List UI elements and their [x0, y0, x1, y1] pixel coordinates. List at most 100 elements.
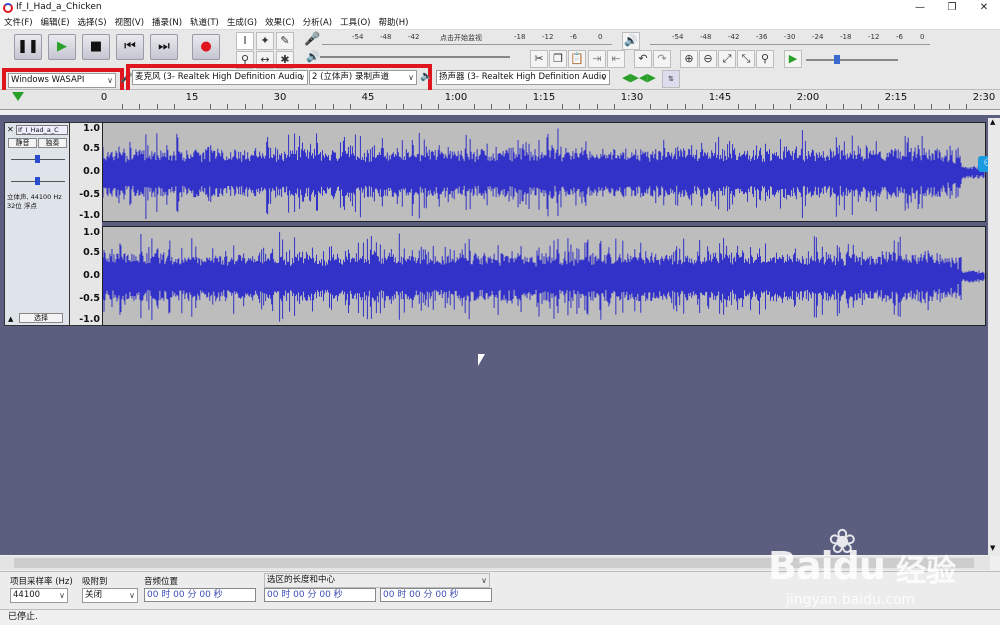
menu-tracks[interactable]: 轨道(T)	[186, 16, 223, 29]
minimize-button[interactable]: —	[908, 0, 932, 16]
scale-label: -1.0	[79, 210, 100, 221]
ruler-label: 1:45	[708, 92, 732, 103]
play-tick: -36	[756, 33, 768, 41]
ruler-tick	[297, 104, 299, 109]
select-track-button[interactable]: 选择	[19, 313, 63, 323]
trim-button[interactable]: ⇥	[588, 50, 606, 68]
timeline-ruler[interactable]: 0 15 30 45 1:00 1:15 1:30 1:45 2:00 2:15 2:30	[0, 90, 1000, 110]
scale-label: 0.5	[83, 247, 100, 258]
menu-analyze[interactable]: 分析(A)	[299, 16, 336, 29]
fit-project-button[interactable]: ⤡	[737, 50, 755, 68]
record-volume-slider[interactable]	[320, 56, 510, 58]
selection-mode-select[interactable]: 选区的长度和中心 ∨	[264, 573, 490, 588]
vertical-scrollbar[interactable]: ▲ ▼	[988, 118, 1000, 556]
scroll-up-icon[interactable]: ▲	[990, 118, 995, 126]
chevron-down-icon: ∨	[59, 591, 65, 600]
menu-edit[interactable]: 编辑(E)	[37, 16, 74, 29]
stop-icon: ■	[89, 39, 103, 54]
undo-button[interactable]: ↶	[634, 50, 652, 68]
menu-file[interactable]: 文件(F)	[0, 16, 37, 29]
waveform-left-channel[interactable]	[102, 122, 986, 222]
play-at-speed-button[interactable]: ▶	[784, 50, 802, 68]
stop-button[interactable]: ■	[82, 34, 110, 60]
fit-selection-button[interactable]: ⤢	[718, 50, 736, 68]
close-button[interactable]: ✕	[972, 0, 996, 16]
track-name-button[interactable]: If_I_Had_a_C	[16, 125, 68, 135]
maximize-button[interactable]: ❐	[940, 0, 964, 16]
play-tick: -18	[840, 33, 852, 41]
track-control-panel[interactable]: ✕ If_I_Had_a_C 静音 独奏 立体声, 44100 Hz 32位 浮…	[4, 122, 70, 326]
mute-button[interactable]: 静音	[8, 138, 37, 148]
solo-button[interactable]: 独奏	[38, 138, 67, 148]
play-speed-thumb[interactable]	[834, 55, 840, 64]
playback-device-select[interactable]: 扬声器 (3- Realtek High Definition Audio ∨	[436, 70, 610, 85]
audio-position-field[interactable]: 00 时 00 分 00 秒	[144, 588, 256, 602]
close-track-button[interactable]: ✕	[7, 125, 14, 134]
selection-tool-button[interactable]: I	[236, 32, 254, 50]
ruler-tick	[596, 104, 598, 109]
amplitude-scale: 1.0 0.5 0.0 -0.5 -1.0 1.0 0.5 0.0 -0.5 -…	[70, 122, 102, 326]
menu-tools[interactable]: 工具(O)	[336, 16, 374, 29]
ruler-label: 1:00	[444, 92, 468, 103]
chevron-down-icon: ∨	[299, 73, 305, 82]
record-button[interactable]: ●	[192, 34, 220, 60]
skip-end-button[interactable]: ⏭	[150, 34, 178, 60]
play-button[interactable]: ▶	[48, 34, 76, 60]
copy-button[interactable]: ❐	[549, 50, 567, 68]
record-meter[interactable]: -54 -48 -42 点击开始监视 -18 -12 -6 0	[322, 33, 612, 45]
selection-start-field[interactable]: 00 时 00 分 00 秒	[264, 588, 376, 602]
menu-select[interactable]: 选择(S)	[74, 16, 111, 29]
sync-lock-button[interactable]: ⇅	[662, 70, 680, 88]
scale-label: 0.5	[83, 143, 100, 154]
pause-button[interactable]: ❚❚	[14, 34, 42, 60]
play-meter-icon[interactable]: 🔊	[622, 32, 640, 50]
ruler-tick	[649, 104, 651, 109]
window-title: If_I_Had_a_Chicken	[16, 2, 102, 12]
menu-effect[interactable]: 效果(C)	[261, 16, 299, 29]
pause-icon: ❚❚	[17, 39, 39, 54]
mic-icon[interactable]: 🎤	[304, 32, 320, 47]
ruler-tick	[315, 104, 317, 109]
rate-select[interactable]: 44100 ∨	[10, 588, 68, 603]
menu-help[interactable]: 帮助(H)	[374, 16, 412, 29]
host-value: Windows WASAPI	[11, 75, 85, 85]
selection-end-field[interactable]: 00 时 00 分 00 秒	[380, 588, 492, 602]
speaker-icon[interactable]: 🔊	[306, 50, 320, 63]
zoom-in-button[interactable]: ⊕	[680, 50, 698, 68]
rate-label: 项目采样率 (Hz)	[10, 577, 73, 587]
gain-thumb[interactable]	[35, 155, 40, 163]
envelope-tool-button[interactable]: ✦	[256, 32, 274, 50]
skip-start-button[interactable]: ⏮	[116, 34, 144, 60]
play-head-icon[interactable]	[12, 92, 24, 101]
channels-select[interactable]: 2 (立体声) 录制声道 ∨	[309, 70, 417, 85]
redo-button[interactable]: ↷	[653, 50, 671, 68]
ruler-tick	[878, 104, 880, 109]
menu-generate[interactable]: 生成(G)	[223, 16, 261, 29]
paste-button[interactable]: 📋	[568, 50, 586, 68]
collapse-track-icon[interactable]: ▲	[8, 315, 13, 323]
play-speed-slider[interactable]	[806, 59, 898, 61]
rec-tick: -54	[352, 33, 364, 41]
cut-button[interactable]: ✂	[530, 50, 548, 68]
pan-thumb[interactable]	[35, 177, 40, 185]
menu-view[interactable]: 视图(V)	[111, 16, 148, 29]
recording-device-select[interactable]: 麦克风 (3- Realtek High Definition Audio ∨	[132, 70, 308, 85]
draw-tool-button[interactable]: ✎	[276, 32, 294, 50]
host-select[interactable]: Windows WASAPI ∨	[8, 73, 116, 88]
ruler-tick	[403, 104, 405, 109]
waveform-right-channel[interactable]	[102, 226, 986, 326]
ruler-tick	[579, 104, 581, 109]
play-tick: -12	[868, 33, 880, 41]
zoom-toggle-button[interactable]: ⚲	[756, 50, 774, 68]
scale-label: 0.0	[83, 166, 100, 177]
ruler-tick	[209, 104, 211, 109]
ruler-tick	[262, 104, 264, 109]
silence-button[interactable]: ⇤	[607, 50, 625, 68]
ruler-label: 1:30	[620, 92, 644, 103]
zoom-out-button[interactable]: ⊖	[699, 50, 717, 68]
ruler-label: 30	[273, 92, 287, 103]
play-meter[interactable]: -54 -48 -42 -36 -30 -24 -18 -12 -6 0	[650, 33, 930, 45]
menu-transport[interactable]: 播录(N)	[148, 16, 186, 29]
play-icon: ▶	[57, 39, 67, 54]
snap-select[interactable]: 关闭 ∨	[82, 588, 138, 603]
